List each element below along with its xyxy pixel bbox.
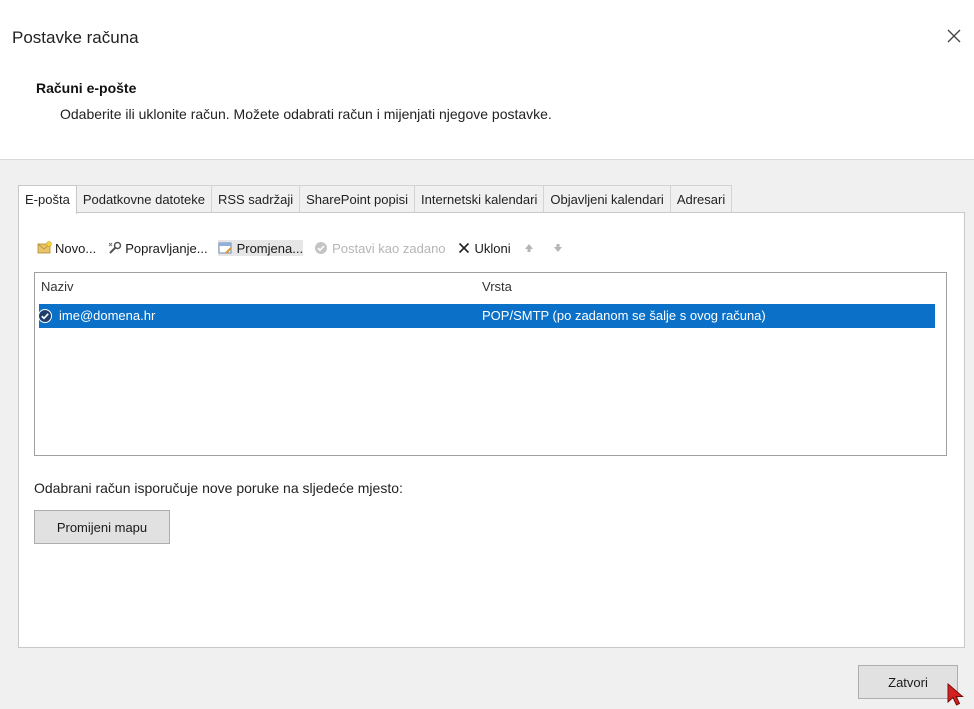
account-row[interactable]: ime@domena.hr POP/SMTP (po zadanom se ša…: [38, 304, 935, 328]
move-up-button[interactable]: [521, 240, 540, 256]
move-down-button[interactable]: [550, 240, 569, 256]
change-button[interactable]: Promjena...: [217, 240, 304, 256]
section-heading: Računi e-pošte: [36, 80, 137, 96]
account-name: ime@domena.hr: [59, 308, 156, 323]
default-check-icon: [313, 240, 329, 256]
repair-label: Popravljanje...: [125, 240, 208, 256]
close-icon: [947, 29, 961, 43]
default-account-check-icon: [38, 309, 52, 323]
remove-button[interactable]: Ukloni: [456, 240, 511, 256]
new-account-icon: [36, 240, 52, 256]
tab-rss-feeds[interactable]: RSS sadržaji: [210, 185, 301, 213]
close-button[interactable]: Zatvori: [858, 665, 958, 699]
arrow-up-icon: [521, 240, 537, 256]
repair-button[interactable]: Popravljanje...: [106, 240, 208, 256]
window-title: Postavke računa: [12, 28, 139, 47]
account-toolbar: Novo... Popravljanje... Promjena... Post…: [36, 236, 579, 260]
change-settings-icon: [218, 240, 234, 256]
new-account-button[interactable]: Novo...: [36, 240, 96, 256]
tab-published-calendars[interactable]: Objavljeni kalendari: [543, 185, 671, 213]
account-type: POP/SMTP (po zadanom se šalje s ovog rač…: [482, 308, 766, 323]
set-default-button[interactable]: Postavi kao zadano: [313, 240, 446, 256]
account-settings-dialog: Postavke računa Računi e-pošte Odaberite…: [0, 0, 974, 709]
list-header: Naziv Vrsta: [35, 273, 946, 295]
arrow-down-icon: [550, 240, 566, 256]
tab-internet-calendars[interactable]: Internetski kalendari: [414, 185, 545, 213]
remove-label: Ukloni: [474, 240, 511, 256]
column-header-type[interactable]: Vrsta: [482, 279, 512, 294]
accounts-list: Naziv Vrsta ime@domena.hr POP/SMTP (po z…: [34, 272, 947, 456]
change-folder-button[interactable]: Promijeni mapu: [34, 510, 170, 544]
change-label: Promjena...: [236, 240, 304, 256]
title-bar: Postavke računa: [0, 0, 974, 62]
delivery-location-text: Odabrani račun isporučuje nove poruke na…: [34, 480, 403, 496]
close-window-button[interactable]: [938, 20, 970, 52]
dialog-header: Računi e-pošte Odaberite ili uklonite ra…: [0, 62, 974, 160]
remove-icon: [456, 240, 472, 256]
new-account-label: Novo...: [55, 240, 97, 256]
mouse-cursor-icon: [947, 683, 964, 706]
tab-strip: E-pošta Podatkovne datoteke RSS sadržaji…: [18, 185, 733, 214]
tab-sharepoint-lists[interactable]: SharePoint popisi: [299, 185, 416, 213]
set-default-label: Postavi kao zadano: [332, 240, 446, 256]
tab-email[interactable]: E-pošta: [18, 185, 77, 214]
section-description: Odaberite ili uklonite račun. Možete oda…: [60, 106, 552, 122]
wrench-icon: [106, 240, 122, 256]
column-header-name[interactable]: Naziv: [41, 279, 74, 294]
tab-address-books[interactable]: Adresari: [669, 185, 733, 213]
tab-data-files[interactable]: Podatkovne datoteke: [75, 185, 212, 213]
